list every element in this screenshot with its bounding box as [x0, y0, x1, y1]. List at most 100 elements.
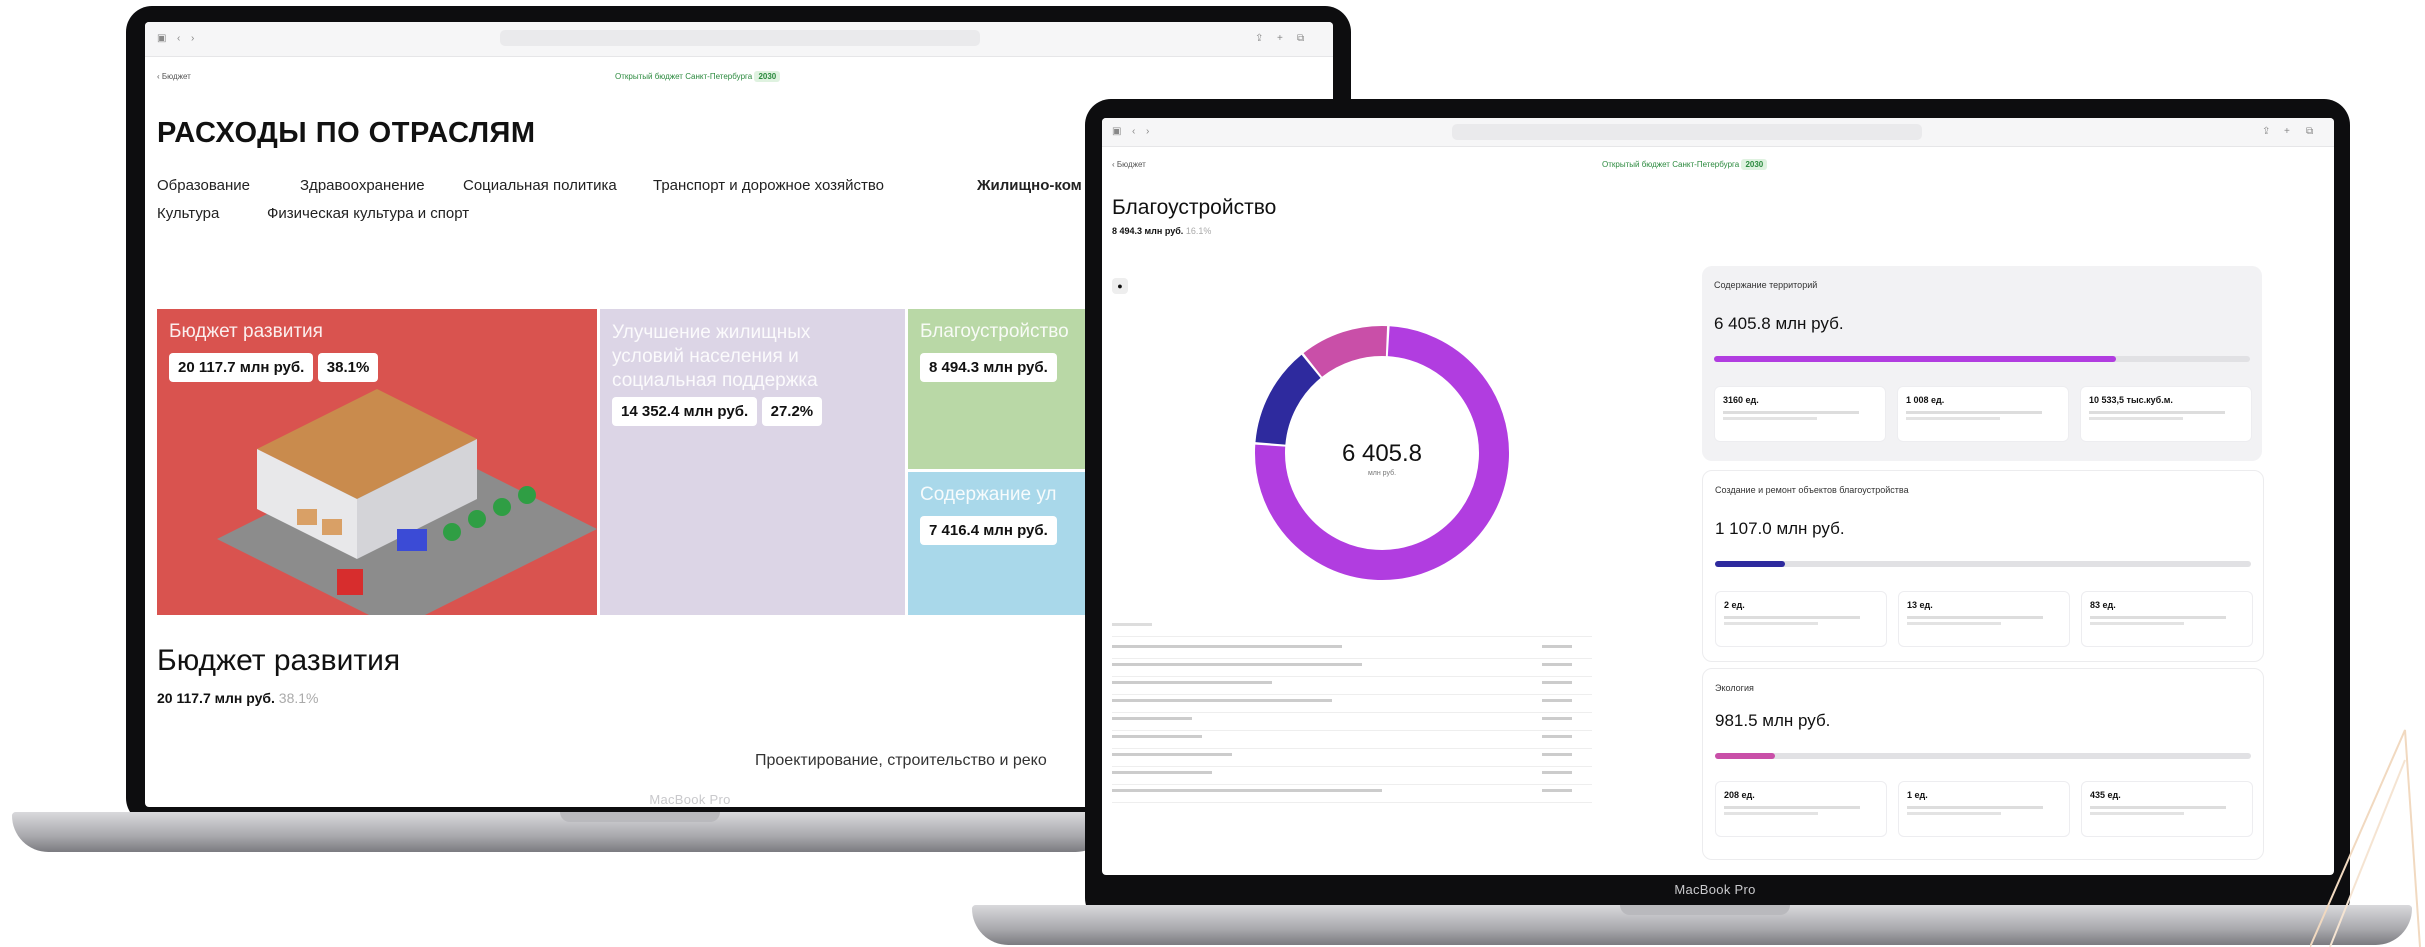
- table-row[interactable]: [1112, 766, 1592, 785]
- card-progress-fill: [1715, 561, 1785, 567]
- donut-segment-2[interactable]: [1303, 326, 1388, 378]
- sidebar-icon[interactable]: ▣: [1112, 126, 1121, 137]
- stat-value: 2 ед.: [1724, 600, 1745, 610]
- budget-back-link[interactable]: ‹ Бюджет: [1112, 160, 1146, 169]
- stat-tile: 2 ед.: [1715, 591, 1887, 647]
- section-amount: 20 117.7 млн руб.: [157, 690, 275, 706]
- site-banner-text: Открытый бюджет Санкт-Петербурга: [1602, 160, 1740, 169]
- tab-education[interactable]: Образование: [157, 177, 250, 194]
- tab-sport[interactable]: Физическая культура и спорт: [267, 205, 469, 222]
- budget-back-label: Бюджет: [161, 72, 191, 81]
- stat-value: 83 ед.: [2090, 600, 2116, 610]
- table-row[interactable]: [1112, 748, 1592, 767]
- forward-arrow-icon[interactable]: ›: [191, 33, 194, 44]
- table-row[interactable]: [1112, 730, 1592, 749]
- stat-tile: 1 008 ед.: [1897, 386, 2069, 442]
- card-progress-track: [1715, 753, 2251, 759]
- card-ecology[interactable]: Экология 981.5 млн руб. 208 ед. 1 ед. 43…: [1702, 668, 2264, 860]
- tile-title: Благоустройство: [920, 321, 1069, 342]
- right-model-label: MacBook Pro: [1674, 882, 1756, 897]
- site-banner-year: 2030: [1741, 159, 1768, 170]
- card-title: Создание и ремонт объектов благоустройст…: [1715, 485, 1909, 495]
- stat-value: 208 ед.: [1724, 790, 1755, 800]
- chart-toggle[interactable]: ●: [1112, 278, 1128, 294]
- table-row[interactable]: [1112, 694, 1592, 713]
- tile-development-budget[interactable]: Бюджет развития 20 117.7 млн руб. 38.1%: [157, 309, 597, 615]
- budget-back-label: Бюджет: [1116, 160, 1146, 169]
- address-bar[interactable]: [500, 30, 980, 46]
- tile-title: Улучшение жилищных условий населения и с…: [612, 322, 818, 391]
- stat-value: 3160 ед.: [1723, 395, 1759, 405]
- stat-tile: 208 ед.: [1715, 781, 1887, 837]
- card-title: Содержание территорий: [1714, 280, 1818, 290]
- table-row[interactable]: [1112, 658, 1592, 677]
- right-laptop-screen: ▣ ‹ › ⇪ + ⧉ ‹ Бюджет Открытый бюджет Сан…: [1102, 118, 2334, 875]
- new-tab-icon[interactable]: +: [2284, 126, 2290, 137]
- tile-title: Содержание ул: [920, 484, 1057, 505]
- tabs-icon[interactable]: ⧉: [2306, 126, 2313, 137]
- stat-tile: 13 ед.: [1898, 591, 2070, 647]
- left-laptop-notch: [560, 812, 720, 822]
- stat-value: 1 008 ед.: [1906, 395, 1945, 405]
- tabs-icon[interactable]: ⧉: [1297, 33, 1304, 44]
- site-banner: Открытый бюджет Санкт-Петербурга 2030: [1602, 159, 1768, 170]
- table-row[interactable]: [1112, 640, 1592, 659]
- budget-back-link[interactable]: ‹ Бюджет: [157, 72, 191, 81]
- stat-tile: 83 ед.: [2081, 591, 2253, 647]
- sidebar-icon[interactable]: ▣: [157, 33, 166, 44]
- tab-social-policy[interactable]: Социальная политика: [463, 177, 617, 194]
- table-row[interactable]: [1112, 676, 1592, 695]
- back-arrow-icon[interactable]: ‹: [177, 33, 180, 44]
- stat-value: 13 ед.: [1907, 600, 1933, 610]
- card-progress-fill: [1714, 356, 2116, 362]
- page-percent: 16.1%: [1185, 226, 1212, 236]
- share-icon[interactable]: ⇪: [2262, 126, 2270, 137]
- stat-value: 10 533,5 тыс.куб.м.: [2089, 395, 2173, 405]
- breakdown-table: [1112, 618, 1592, 813]
- tab-healthcare[interactable]: Здравоохранение: [300, 177, 425, 194]
- page-title: РАСХОДЫ ПО ОТРАСЛЯМ: [157, 117, 536, 149]
- share-icon[interactable]: ⇪: [1255, 33, 1263, 44]
- browser-toolbar: ▣ ‹ › ⇪ + ⧉: [145, 22, 1333, 57]
- tile-amount: 20 117.7 млн руб.: [169, 353, 314, 382]
- tile-percent: 27.2%: [761, 397, 823, 426]
- table-row[interactable]: [1112, 784, 1592, 803]
- tile-housing-social[interactable]: Улучшение жилищных условий населения и с…: [600, 309, 905, 615]
- site-banner-text: Открытый бюджет Санкт-Петербурга: [615, 72, 753, 81]
- page-title: Благоустройство: [1112, 196, 1277, 219]
- forward-arrow-icon[interactable]: ›: [1146, 126, 1149, 137]
- new-tab-icon[interactable]: +: [1277, 33, 1283, 44]
- card-territory-maintenance[interactable]: Содержание территорий 6 405.8 млн руб. 3…: [1702, 266, 2262, 461]
- stat-tile: 10 533,5 тыс.куб.м.: [2080, 386, 2252, 442]
- site-banner-year: 2030: [754, 71, 781, 82]
- page-amount-line: 8 494.3 млн руб. 16.1%: [1112, 226, 1211, 236]
- stat-value: 435 ед.: [2090, 790, 2121, 800]
- tab-housing[interactable]: Жилищно-ком: [977, 177, 1082, 194]
- page-amount: 8 494.3 млн руб.: [1112, 226, 1184, 236]
- card-amount: 981.5 млн руб.: [1715, 711, 1831, 730]
- donut-segment-1[interactable]: [1255, 354, 1321, 446]
- tab-transport[interactable]: Транспорт и дорожное хозяйство: [653, 177, 884, 194]
- tab-culture[interactable]: Культура: [157, 205, 219, 222]
- browser-toolbar: ▣ ‹ › ⇪ + ⧉: [1102, 118, 2334, 147]
- stat-tile: 1 ед.: [1898, 781, 2070, 837]
- section-title: Бюджет развития: [157, 644, 401, 677]
- card-progress-track: [1715, 561, 2251, 567]
- tile-amount: 14 352.4 млн руб.: [612, 397, 758, 426]
- address-bar[interactable]: [1452, 124, 1922, 140]
- card-amount: 6 405.8 млн руб.: [1714, 314, 1844, 333]
- donut-center-value: 6 405.8: [1341, 440, 1423, 467]
- stat-value: 1 ед.: [1907, 790, 1928, 800]
- tile-amount: 8 494.3 млн руб.: [920, 353, 1057, 382]
- decorative-arrow-icon: [2310, 729, 2421, 947]
- back-arrow-icon[interactable]: ‹: [1132, 126, 1135, 137]
- card-landscaping-objects[interactable]: Создание и ремонт объектов благоустройст…: [1702, 470, 2264, 662]
- table-row[interactable]: [1112, 712, 1592, 731]
- stat-tile: 3160 ед.: [1714, 386, 1886, 442]
- left-model-label: MacBook Pro: [649, 792, 731, 807]
- card-title: Экология: [1715, 683, 1754, 693]
- stat-tile: 435 ед.: [2081, 781, 2253, 837]
- tile-amount: 7 416.4 млн руб.: [920, 516, 1057, 545]
- card-amount: 1 107.0 млн руб.: [1715, 519, 1845, 538]
- right-laptop-notch: [1620, 905, 1790, 915]
